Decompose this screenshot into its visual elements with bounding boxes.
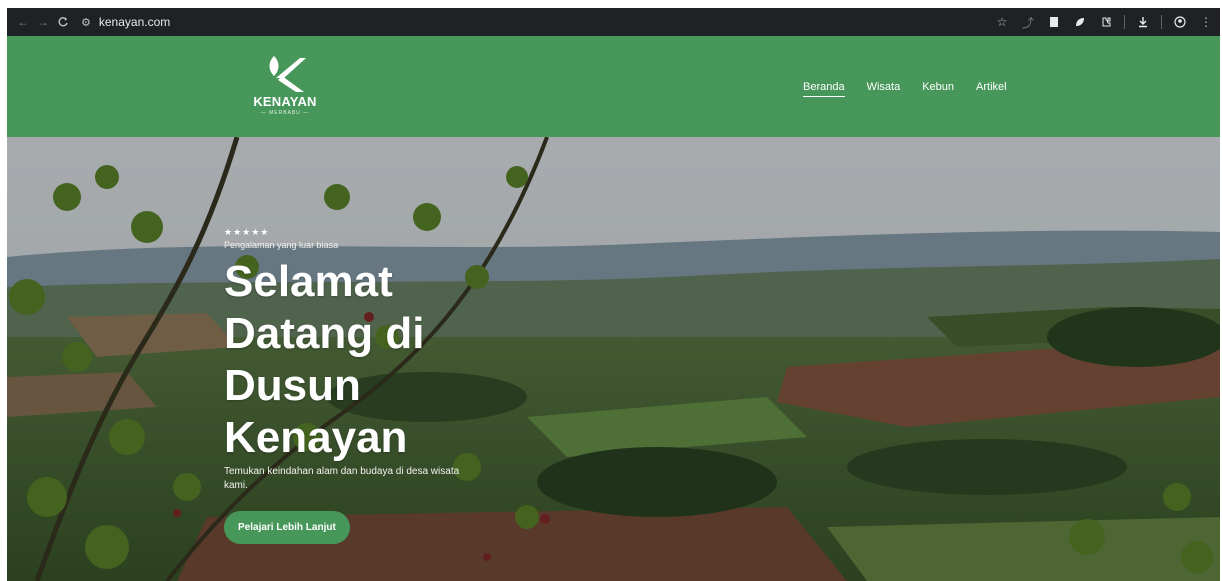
url-text[interactable]: kenayan.com bbox=[99, 15, 170, 29]
nav-artikel[interactable]: Artikel bbox=[976, 81, 1007, 93]
logo-subtext: — MERBABU — bbox=[260, 110, 310, 116]
nav-wisata[interactable]: Wisata bbox=[867, 81, 901, 93]
hero-overlay bbox=[7, 137, 1220, 581]
download-icon[interactable] bbox=[1133, 12, 1153, 32]
toolbar-separator bbox=[1124, 15, 1125, 29]
rating-stars: ★★★★★ bbox=[224, 227, 270, 237]
hero-title-line-1: Selamat bbox=[224, 257, 393, 306]
browser-window: ← → ⚙ kenayan.com ☆ ⤴ ⋮ KENAYAN — MERBAB… bbox=[7, 8, 1220, 581]
share-icon[interactable]: ⤴ bbox=[1018, 12, 1038, 32]
nav-kebun[interactable]: Kebun bbox=[922, 81, 954, 93]
toolbar-actions: ☆ ⤴ ⋮ bbox=[992, 12, 1216, 32]
bookmark-star-icon[interactable]: ☆ bbox=[992, 12, 1012, 32]
menu-icon[interactable]: ⋮ bbox=[1196, 12, 1216, 32]
hero-title: Selamat Datang di Dusun Kenayan bbox=[224, 256, 554, 464]
site-header: KENAYAN — MERBABU — Beranda Wisata Kebun… bbox=[7, 36, 1220, 137]
site-logo[interactable]: KENAYAN — MERBABU — bbox=[247, 54, 323, 116]
logo-text: KENAYAN bbox=[253, 94, 317, 109]
browser-toolbar: ← → ⚙ kenayan.com ☆ ⤴ ⋮ bbox=[7, 8, 1220, 36]
forward-icon[interactable]: → bbox=[33, 12, 53, 32]
reload-icon[interactable] bbox=[53, 12, 73, 32]
back-icon[interactable]: ← bbox=[13, 12, 33, 32]
profile-icon[interactable] bbox=[1170, 12, 1190, 32]
main-nav: Beranda Wisata Kebun Artikel bbox=[803, 81, 1007, 97]
extension-doc-icon[interactable] bbox=[1044, 12, 1064, 32]
nav-controls: ← → bbox=[13, 12, 73, 32]
hero-title-line-3: Dusun Kenayan bbox=[224, 361, 408, 462]
address-bar[interactable]: ⚙ kenayan.com bbox=[81, 15, 170, 29]
extensions-icon[interactable] bbox=[1096, 12, 1116, 32]
toolbar-separator bbox=[1161, 15, 1162, 29]
reload-glyph bbox=[58, 17, 68, 27]
extension-leaf-icon[interactable] bbox=[1070, 12, 1090, 32]
hero-content: ★★★★★ Pengalaman yang luar biasa Selamat… bbox=[224, 227, 554, 544]
hero-tagline: Pengalaman yang luar biasa bbox=[224, 240, 339, 250]
nav-beranda[interactable]: Beranda bbox=[803, 81, 845, 97]
hero-description: Temukan keindahan alam dan budaya di des… bbox=[224, 466, 460, 491]
hero-section: ★★★★★ Pengalaman yang luar biasa Selamat… bbox=[7, 137, 1220, 581]
site-settings-icon[interactable]: ⚙ bbox=[81, 16, 91, 29]
learn-more-button[interactable]: Pelajari Lebih Lanjut bbox=[224, 511, 350, 544]
leaf-k-logo-icon bbox=[269, 56, 306, 92]
hero-title-line-2: Datang di bbox=[224, 309, 425, 358]
